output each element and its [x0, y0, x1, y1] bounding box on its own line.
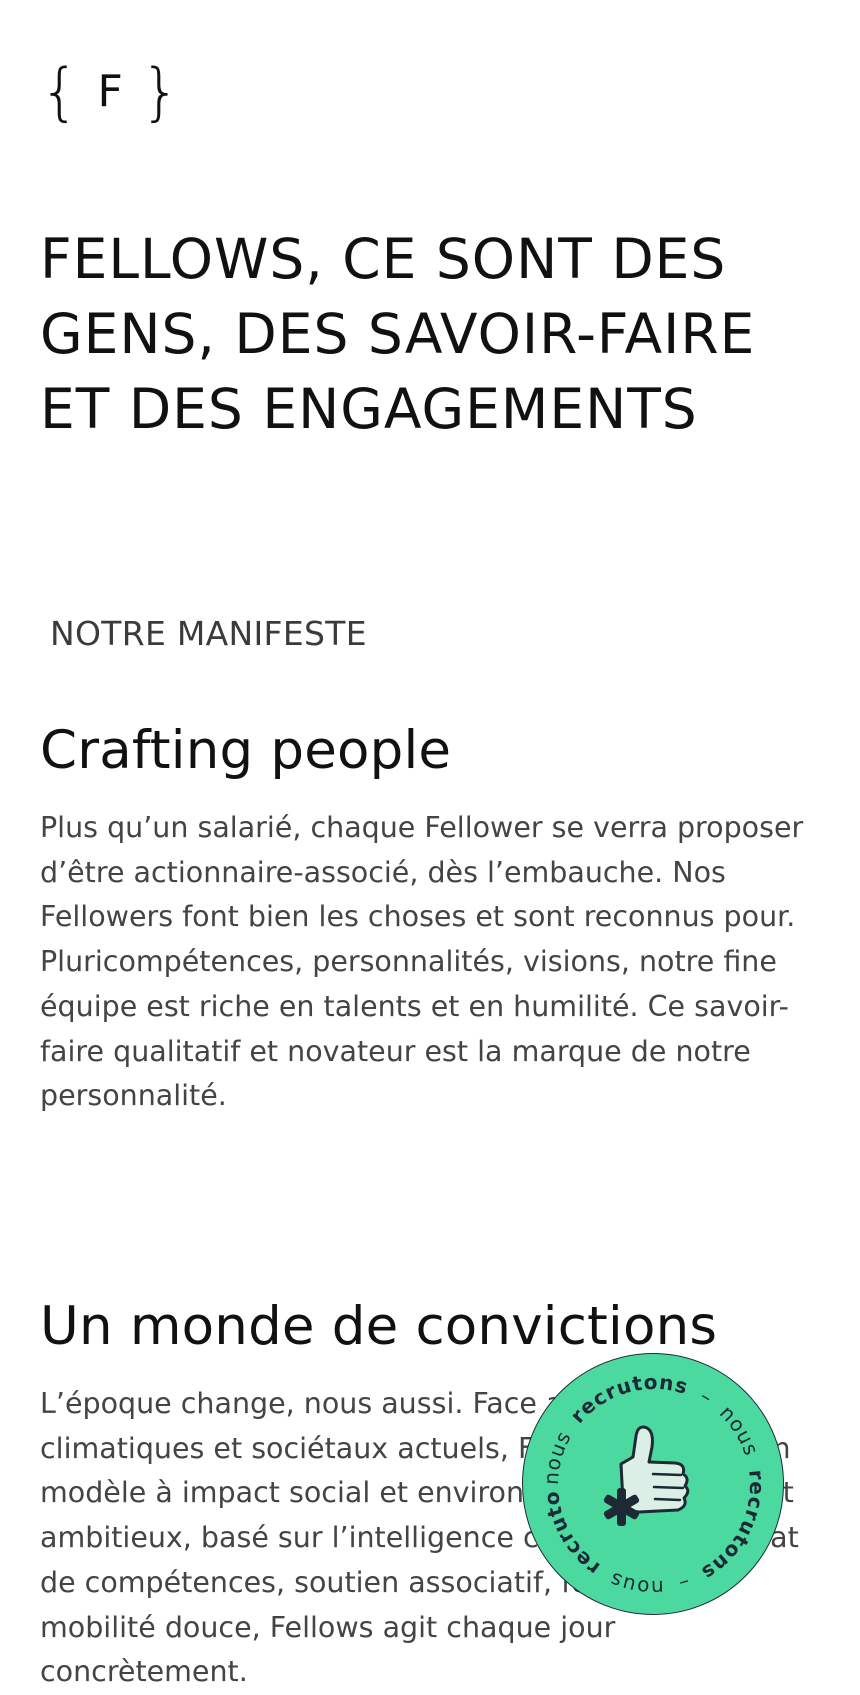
recruiting-badge-button[interactable]: nous recrutons – nous recrutons – nous r… [522, 1353, 784, 1615]
section-heading-crafting-people: Crafting people [40, 720, 452, 781]
manifesto-label: NOTRE MANIFESTE [50, 614, 367, 653]
section-text-crafting-people: Plus qu’un salarié, chaque Fellower se v… [40, 811, 804, 1113]
logo-left-brace: { [40, 55, 80, 128]
logo-letter: F [97, 66, 123, 117]
logo-right-brace: } [140, 55, 181, 128]
thumbs-up-icon [603, 1425, 690, 1526]
fellows-logo[interactable]: { F } [40, 55, 180, 128]
section-heading-convictions: Un monde de convictions [40, 1296, 718, 1357]
recruiting-badge-graphic: nous recrutons – nous recrutons – nous r… [523, 1354, 768, 1600]
hero-title: FELLOWS, CE SONT DES GENS, DES SAVOIR-FA… [40, 227, 756, 441]
